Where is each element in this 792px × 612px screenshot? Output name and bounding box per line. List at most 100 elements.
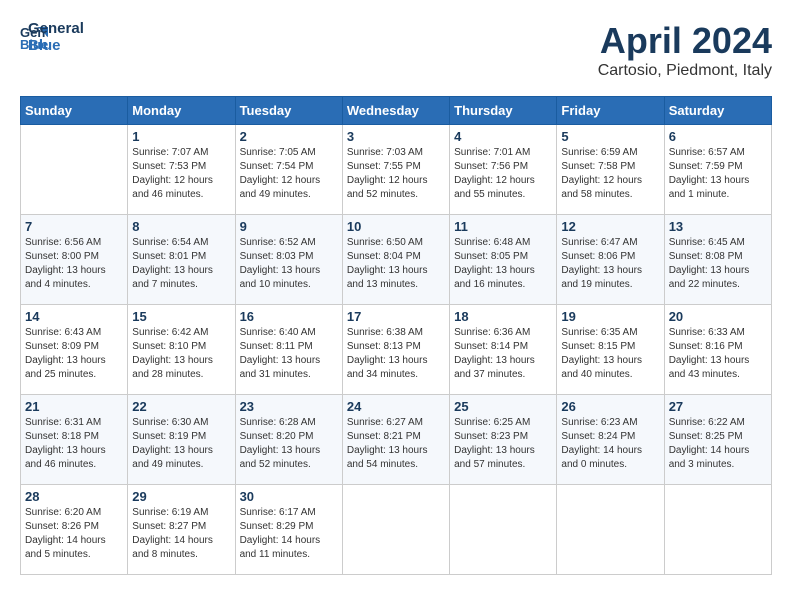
day-detail: Sunrise: 6:19 AMSunset: 8:27 PMDaylight:… — [132, 506, 230, 562]
day-detail: Sunrise: 6:36 AMSunset: 8:14 PMDaylight:… — [454, 326, 552, 382]
day-cell: 17 Sunrise: 6:38 AMSunset: 8:13 PMDayligh… — [342, 305, 449, 395]
day-number: 4 — [454, 129, 552, 144]
calendar-header-row: SundayMondayTuesdayWednesdayThursdayFrid… — [21, 97, 772, 125]
day-cell: 5 Sunrise: 6:59 AMSunset: 7:58 PMDaylight… — [557, 125, 664, 215]
header-monday: Monday — [128, 97, 235, 125]
day-detail: Sunrise: 6:54 AMSunset: 8:01 PMDaylight:… — [132, 236, 230, 292]
day-cell: 4 Sunrise: 7:01 AMSunset: 7:56 PMDaylight… — [450, 125, 557, 215]
day-cell: 3Sunrise: 7:03 AMSunset: 7:55 PMDaylight… — [342, 125, 449, 215]
header-saturday: Saturday — [664, 97, 771, 125]
day-cell — [342, 485, 449, 575]
day-number: 30 — [240, 489, 338, 504]
day-cell: 18 Sunrise: 6:36 AMSunset: 8:14 PMDayligh… — [450, 305, 557, 395]
day-detail: Sunrise: 6:42 AMSunset: 8:10 PMDaylight:… — [132, 326, 230, 382]
day-detail: Sunrise: 6:59 AMSunset: 7:58 PMDaylight:… — [561, 146, 659, 202]
day-cell: 24Sunrise: 6:27 AMSunset: 8:21 PMDayligh… — [342, 395, 449, 485]
day-number: 5 — [561, 129, 659, 144]
week-row-3: 14Sunrise: 6:43 AMSunset: 8:09 PMDayligh… — [21, 305, 772, 395]
day-detail: Sunrise: 6:35 AMSunset: 8:15 PMDaylight:… — [561, 326, 659, 382]
day-detail: Sunrise: 6:43 AMSunset: 8:09 PMDaylight:… — [25, 326, 123, 382]
day-detail: Sunrise: 6:31 AMSunset: 8:18 PMDaylight:… — [25, 416, 123, 472]
header-tuesday: Tuesday — [235, 97, 342, 125]
day-cell: 8 Sunrise: 6:54 AMSunset: 8:01 PMDaylight… — [128, 215, 235, 305]
week-row-5: 28Sunrise: 6:20 AMSunset: 8:26 PMDayligh… — [21, 485, 772, 575]
day-detail: Sunrise: 7:01 AMSunset: 7:56 PMDaylight:… — [454, 146, 552, 202]
day-detail: Sunrise: 6:40 AMSunset: 8:11 PMDaylight:… — [240, 326, 338, 382]
day-number: 11 — [454, 219, 552, 234]
day-cell — [21, 125, 128, 215]
day-detail: Sunrise: 7:03 AMSunset: 7:55 PMDaylight:… — [347, 146, 445, 202]
day-cell: 2Sunrise: 7:05 AMSunset: 7:54 PMDaylight… — [235, 125, 342, 215]
header-friday: Friday — [557, 97, 664, 125]
day-detail: Sunrise: 6:38 AMSunset: 8:13 PMDaylight:… — [347, 326, 445, 382]
day-cell: 21 Sunrise: 6:31 AMSunset: 8:18 PMDayligh… — [21, 395, 128, 485]
day-cell — [450, 485, 557, 575]
week-row-1: 1Sunrise: 7:07 AMSunset: 7:53 PMDaylight… — [21, 125, 772, 215]
day-detail: Sunrise: 6:25 AMSunset: 8:23 PMDaylight:… — [454, 416, 552, 472]
day-detail: Sunrise: 6:45 AMSunset: 8:08 PMDaylight:… — [669, 236, 767, 292]
day-cell: 7 Sunrise: 6:56 AMSunset: 8:00 PMDaylight… — [21, 215, 128, 305]
day-cell: 20 Sunrise: 6:33 AMSunset: 8:16 PMDayligh… — [664, 305, 771, 395]
day-number: 12 — [561, 219, 659, 234]
day-number: 17 — [347, 309, 445, 324]
day-cell: 9Sunrise: 6:52 AMSunset: 8:03 PMDaylight… — [235, 215, 342, 305]
day-detail: Sunrise: 6:52 AMSunset: 8:03 PMDaylight:… — [240, 236, 338, 292]
day-number: 18 — [454, 309, 552, 324]
day-cell: 13Sunrise: 6:45 AMSunset: 8:08 PMDayligh… — [664, 215, 771, 305]
day-detail: Sunrise: 6:17 AMSunset: 8:29 PMDaylight:… — [240, 506, 338, 562]
day-detail: Sunrise: 6:56 AMSunset: 8:00 PMDaylight:… — [25, 236, 123, 292]
day-detail: Sunrise: 6:57 AMSunset: 7:59 PMDaylight:… — [669, 146, 767, 202]
day-cell: 15 Sunrise: 6:42 AMSunset: 8:10 PMDayligh… — [128, 305, 235, 395]
day-detail: Sunrise: 6:22 AMSunset: 8:25 PMDaylight:… — [669, 416, 767, 472]
day-cell: 16 Sunrise: 6:40 AMSunset: 8:11 PMDayligh… — [235, 305, 342, 395]
day-cell: 11 Sunrise: 6:48 AMSunset: 8:05 PMDayligh… — [450, 215, 557, 305]
day-detail: Sunrise: 6:20 AMSunset: 8:26 PMDaylight:… — [25, 506, 123, 562]
day-number: 1 — [132, 129, 230, 144]
day-number: 21 — [25, 399, 123, 414]
day-cell: 27 Sunrise: 6:22 AMSunset: 8:25 PMDayligh… — [664, 395, 771, 485]
day-number: 16 — [240, 309, 338, 324]
day-detail: Sunrise: 6:23 AMSunset: 8:24 PMDaylight:… — [561, 416, 659, 472]
day-detail: Sunrise: 6:48 AMSunset: 8:05 PMDaylight:… — [454, 236, 552, 292]
day-cell: 12 Sunrise: 6:47 AMSunset: 8:06 PMDayligh… — [557, 215, 664, 305]
day-number: 27 — [669, 399, 767, 414]
week-row-2: 7 Sunrise: 6:56 AMSunset: 8:00 PMDaylight… — [21, 215, 772, 305]
day-cell: 25 Sunrise: 6:25 AMSunset: 8:23 PMDayligh… — [450, 395, 557, 485]
day-number: 6 — [669, 129, 767, 144]
day-cell: 23Sunrise: 6:28 AMSunset: 8:20 PMDayligh… — [235, 395, 342, 485]
month-title: April 2024 — [598, 20, 772, 62]
day-cell: 1Sunrise: 7:07 AMSunset: 7:53 PMDaylight… — [128, 125, 235, 215]
day-number: 26 — [561, 399, 659, 414]
day-cell: 29 Sunrise: 6:19 AMSunset: 8:27 PMDayligh… — [128, 485, 235, 575]
day-cell — [557, 485, 664, 575]
location-subtitle: Cartosio, Piedmont, Italy — [598, 62, 772, 80]
day-cell: 6 Sunrise: 6:57 AMSunset: 7:59 PMDaylight… — [664, 125, 771, 215]
logo-general: General — [28, 20, 84, 37]
day-cell: 10 Sunrise: 6:50 AMSunset: 8:04 PMDayligh… — [342, 215, 449, 305]
day-number: 15 — [132, 309, 230, 324]
day-number: 20 — [669, 309, 767, 324]
page-header: General Blue General Blue April 2024 Car… — [20, 20, 772, 80]
day-number: 24 — [347, 399, 445, 414]
day-detail: Sunrise: 6:33 AMSunset: 8:16 PMDaylight:… — [669, 326, 767, 382]
day-number: 7 — [25, 219, 123, 234]
header-wednesday: Wednesday — [342, 97, 449, 125]
day-detail: Sunrise: 6:47 AMSunset: 8:06 PMDaylight:… — [561, 236, 659, 292]
logo-blue: Blue — [28, 37, 84, 54]
day-number: 29 — [132, 489, 230, 504]
day-number: 25 — [454, 399, 552, 414]
header-sunday: Sunday — [21, 97, 128, 125]
day-cell: 26 Sunrise: 6:23 AMSunset: 8:24 PMDayligh… — [557, 395, 664, 485]
calendar-table: SundayMondayTuesdayWednesdayThursdayFrid… — [20, 96, 772, 575]
week-row-4: 21 Sunrise: 6:31 AMSunset: 8:18 PMDayligh… — [21, 395, 772, 485]
day-cell: 28Sunrise: 6:20 AMSunset: 8:26 PMDayligh… — [21, 485, 128, 575]
day-number: 23 — [240, 399, 338, 414]
day-detail: Sunrise: 7:05 AMSunset: 7:54 PMDaylight:… — [240, 146, 338, 202]
day-number: 8 — [132, 219, 230, 234]
day-cell: 30 Sunrise: 6:17 AMSunset: 8:29 PMDayligh… — [235, 485, 342, 575]
day-detail: Sunrise: 6:30 AMSunset: 8:19 PMDaylight:… — [132, 416, 230, 472]
day-number: 10 — [347, 219, 445, 234]
day-cell — [664, 485, 771, 575]
day-detail: Sunrise: 6:50 AMSunset: 8:04 PMDaylight:… — [347, 236, 445, 292]
day-cell: 19Sunrise: 6:35 AMSunset: 8:15 PMDayligh… — [557, 305, 664, 395]
